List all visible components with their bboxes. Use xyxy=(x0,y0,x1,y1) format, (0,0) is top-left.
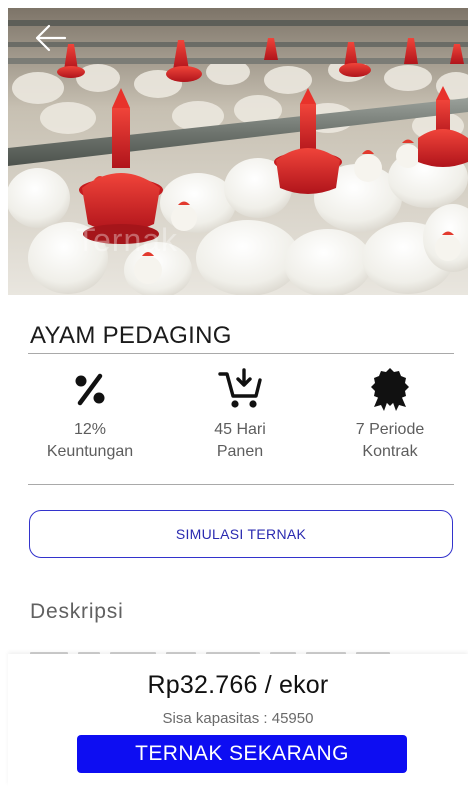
cart-icon xyxy=(170,365,310,413)
stat-profit: 12% Keuntungan xyxy=(20,365,160,463)
product-detail-screen: Ternak AYAM PEDAGING 12% Keuntungan 45 H… xyxy=(0,0,468,786)
award-icon xyxy=(320,365,460,413)
stat-label: Kontrak xyxy=(362,443,418,460)
back-button[interactable] xyxy=(30,18,70,58)
start-farming-button[interactable]: TERNAK SEKARANG xyxy=(77,735,407,773)
description-heading: Deskripsi xyxy=(30,600,124,623)
stat-label: Keuntungan xyxy=(46,443,134,460)
percent-icon xyxy=(20,365,160,413)
hero-image: Ternak xyxy=(8,8,468,295)
simulate-farming-button[interactable]: SIMULASI TERNAK xyxy=(29,510,453,558)
arrow-left-icon xyxy=(35,24,67,52)
purchase-panel: Rp32.766 / ekor Sisa kapasitas : 45950 T… xyxy=(8,654,468,786)
stat-harvest: 45 Hari Panen xyxy=(170,365,310,463)
stat-value: 45 Hari xyxy=(214,421,266,438)
stat-label: Panen xyxy=(216,443,264,460)
image-watermark: Ternak xyxy=(76,222,179,258)
stat-contract: 7 Periode Kontrak xyxy=(320,365,460,463)
stat-value: 7 Periode xyxy=(355,421,425,438)
stats-row: 12% Keuntungan 45 Hari Panen 7 Periode K… xyxy=(20,365,460,475)
stats-divider xyxy=(28,484,454,485)
price-per-bird: Rp32.766 / ekor xyxy=(147,671,329,699)
stat-value: 12% xyxy=(73,421,107,438)
title-divider xyxy=(28,353,454,354)
product-title: AYAM PEDAGING xyxy=(30,322,232,349)
remaining-capacity: Sisa kapasitas : 45950 xyxy=(162,710,314,727)
